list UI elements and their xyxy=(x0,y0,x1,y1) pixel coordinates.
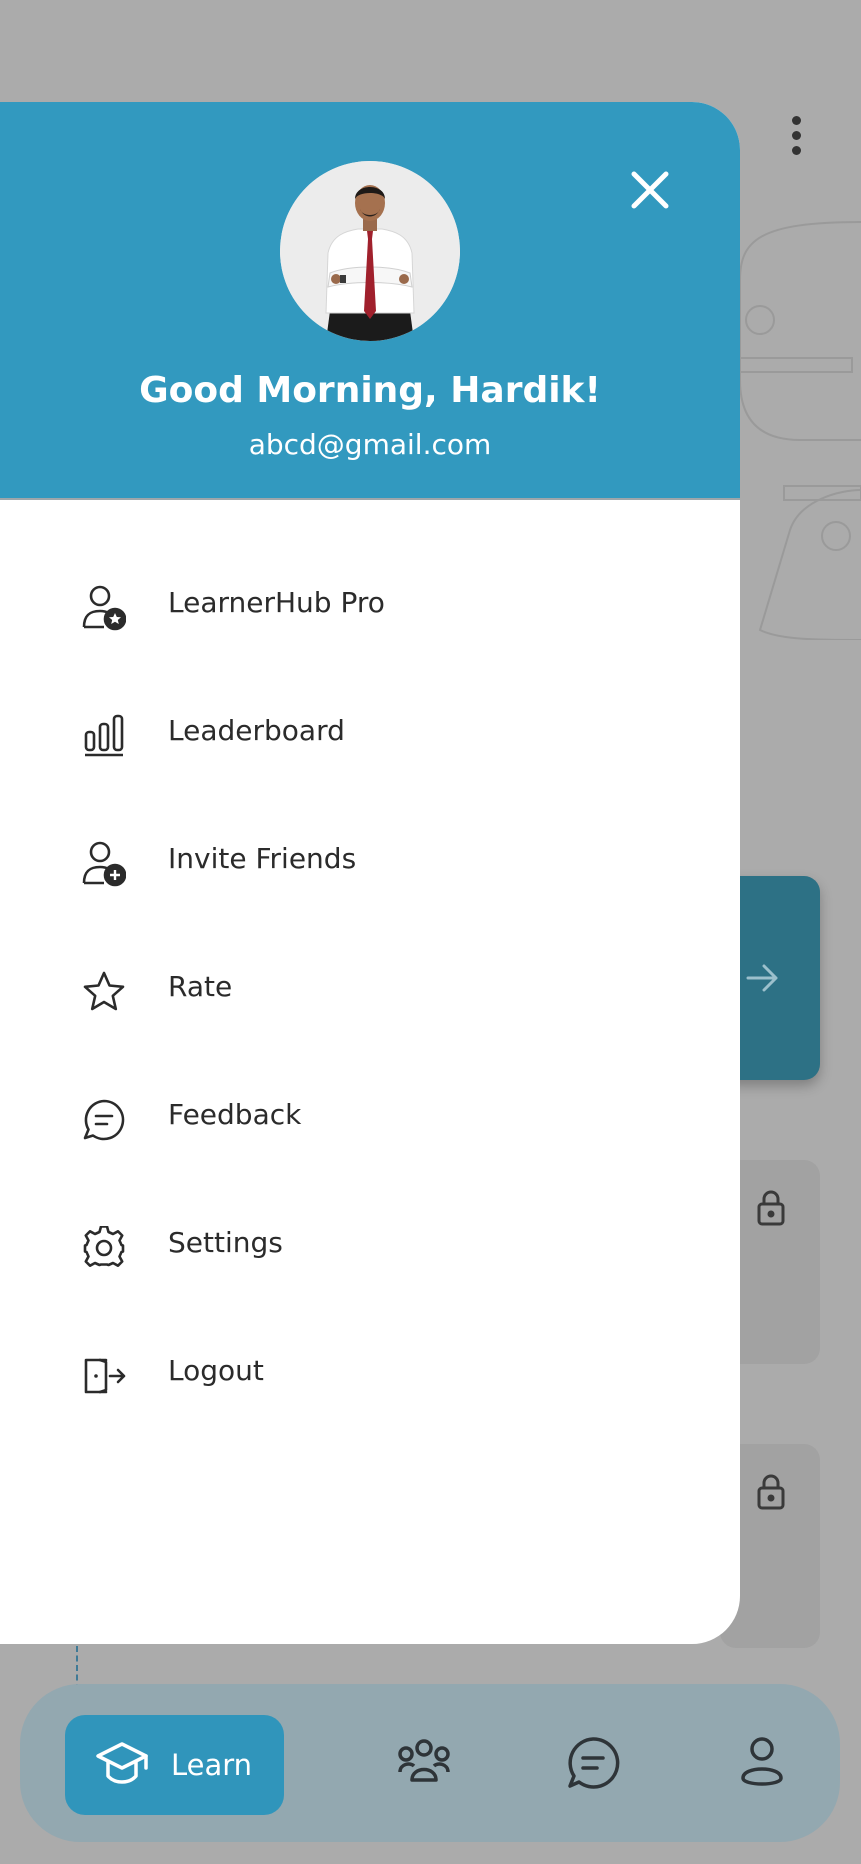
menu-item-label: Leaderboard xyxy=(168,714,345,747)
bottom-navigation: Learn xyxy=(20,1684,840,1842)
menu-item-label: Invite Friends xyxy=(168,842,357,875)
greeting-text: Good Morning, Hardik! xyxy=(139,370,601,411)
avatar-photo xyxy=(280,161,460,341)
menu-item-invite-friends[interactable]: Invite Friends xyxy=(0,798,740,926)
menu-item-label: Settings xyxy=(168,1226,283,1259)
menu-item-logout[interactable]: Logout xyxy=(0,1310,740,1438)
menu-item-label: Rate xyxy=(168,970,233,1003)
drawer-menu: LearnerHub Pro Leaderboard Invite Friend… xyxy=(0,542,740,1438)
menu-item-leaderboard[interactable]: Leaderboard xyxy=(0,670,740,798)
graduation-cap-icon xyxy=(95,1740,149,1790)
chat-icon[interactable] xyxy=(566,1736,620,1790)
tab-learn[interactable]: Learn xyxy=(65,1715,284,1815)
lock-icon xyxy=(757,1190,785,1226)
menu-item-rate[interactable]: Rate xyxy=(0,926,740,1054)
close-icon xyxy=(631,171,669,209)
drawer-header: Good Morning, Hardik! abcd@gmail.com xyxy=(0,102,740,500)
tab-learn-label: Learn xyxy=(171,1748,253,1782)
more-options-icon[interactable] xyxy=(784,116,808,164)
menu-item-label: LearnerHub Pro xyxy=(168,586,385,619)
menu-item-learnerhub-pro[interactable]: LearnerHub Pro xyxy=(0,542,740,670)
menu-item-label: Logout xyxy=(168,1354,264,1387)
chat-icon xyxy=(80,1096,128,1144)
menu-item-feedback[interactable]: Feedback xyxy=(0,1054,740,1182)
gear-icon xyxy=(80,1224,128,1272)
menu-item-settings[interactable]: Settings xyxy=(0,1182,740,1310)
arrow-right-icon xyxy=(746,964,778,992)
community-icon[interactable] xyxy=(396,1736,452,1788)
menu-item-label: Feedback xyxy=(168,1098,302,1131)
user-star-icon xyxy=(80,584,128,632)
close-button[interactable] xyxy=(628,168,672,212)
avatar[interactable] xyxy=(280,161,460,341)
star-icon xyxy=(80,968,128,1016)
user-email: abcd@gmail.com xyxy=(248,428,492,461)
profile-icon[interactable] xyxy=(740,1736,784,1788)
leaderboard-icon xyxy=(80,712,128,760)
user-add-icon xyxy=(80,840,128,888)
logout-icon xyxy=(80,1352,128,1400)
navigation-drawer: Good Morning, Hardik! abcd@gmail.com Lea… xyxy=(0,102,740,1644)
lock-icon xyxy=(757,1474,785,1510)
